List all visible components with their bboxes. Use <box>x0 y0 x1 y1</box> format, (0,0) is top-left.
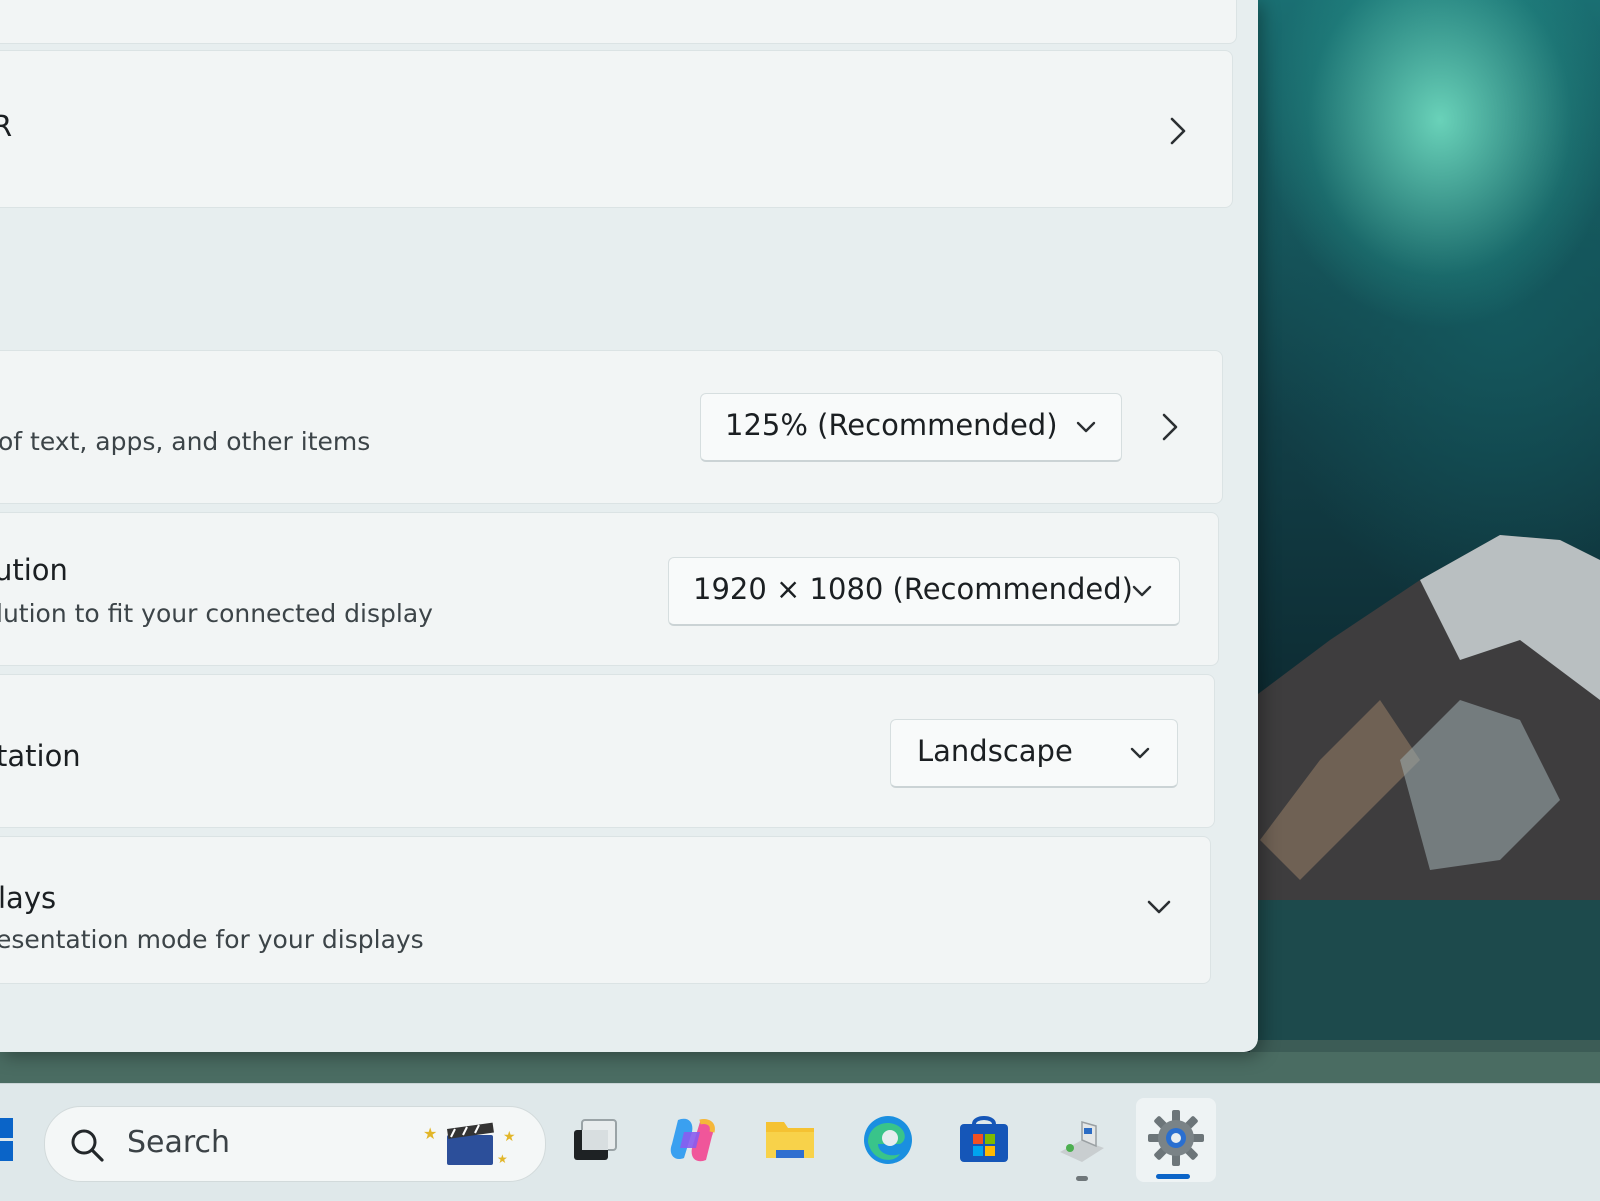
orientation-value: Landscape <box>917 734 1073 768</box>
file-explorer-icon[interactable] <box>762 1112 818 1168</box>
orientation-dropdown[interactable]: Landscape <box>890 719 1178 788</box>
taskbar-search-box[interactable]: Search ★ ★ ★ <box>44 1106 546 1182</box>
task-view-icon[interactable] <box>568 1112 624 1168</box>
taskbar: Search ★ ★ ★ <box>0 1083 1600 1201</box>
edge-icon[interactable] <box>860 1112 916 1168</box>
multiple-displays-description: esentation mode for your displays <box>0 925 424 954</box>
multiple-displays-card[interactable]: lays esentation mode for your displays <box>0 836 1211 984</box>
scale-description: of text, apps, and other items <box>0 427 371 456</box>
card-top-partial <box>0 0 1237 44</box>
settings-button-highlight[interactable] <box>1136 1098 1216 1182</box>
running-indicator <box>1076 1176 1088 1181</box>
orientation-title: tation <box>0 739 81 773</box>
multiple-displays-title: lays <box>0 881 57 915</box>
link-card-label: R <box>0 109 13 143</box>
scale-value: 125% (Recommended) <box>725 408 1058 442</box>
svg-text:★: ★ <box>503 1129 516 1145</box>
chevron-right-icon[interactable] <box>1160 411 1180 443</box>
store-icon[interactable] <box>956 1112 1012 1168</box>
chevron-down-icon <box>1132 585 1152 597</box>
chevron-down-icon <box>1076 421 1096 433</box>
resolution-value: 1920 × 1080 (Recommended) <box>693 572 1133 606</box>
settings-link-card[interactable]: R <box>0 50 1233 208</box>
resolution-card: ution lution to fit your connected displ… <box>0 512 1219 666</box>
search-icon <box>71 1129 104 1162</box>
resolution-description: lution to fit your connected display <box>0 599 433 628</box>
chevron-down-icon[interactable] <box>1146 899 1172 915</box>
start-icon[interactable] <box>0 1118 14 1162</box>
resolution-title: ution <box>0 553 68 587</box>
svg-text:★: ★ <box>423 1124 437 1143</box>
app-icon[interactable] <box>1054 1112 1110 1168</box>
svg-text:★: ★ <box>497 1152 508 1166</box>
settings-window: R of text, apps, and other items 125% (R… <box>0 0 1258 1052</box>
scale-card[interactable]: of text, apps, and other items 125% (Rec… <box>0 350 1223 504</box>
settings-icon <box>1148 1110 1204 1166</box>
orientation-card: tation Landscape <box>0 674 1215 828</box>
scale-dropdown[interactable]: 125% (Recommended) <box>700 393 1122 462</box>
widgets-icon[interactable]: ★ ★ ★ <box>417 1117 517 1171</box>
chevron-down-icon <box>1130 747 1150 759</box>
resolution-dropdown[interactable]: 1920 × 1080 (Recommended) <box>668 557 1180 626</box>
search-label: Search <box>127 1125 231 1160</box>
chevron-right-icon <box>1170 117 1186 145</box>
active-indicator <box>1156 1174 1190 1179</box>
copilot-icon[interactable] <box>664 1112 720 1168</box>
